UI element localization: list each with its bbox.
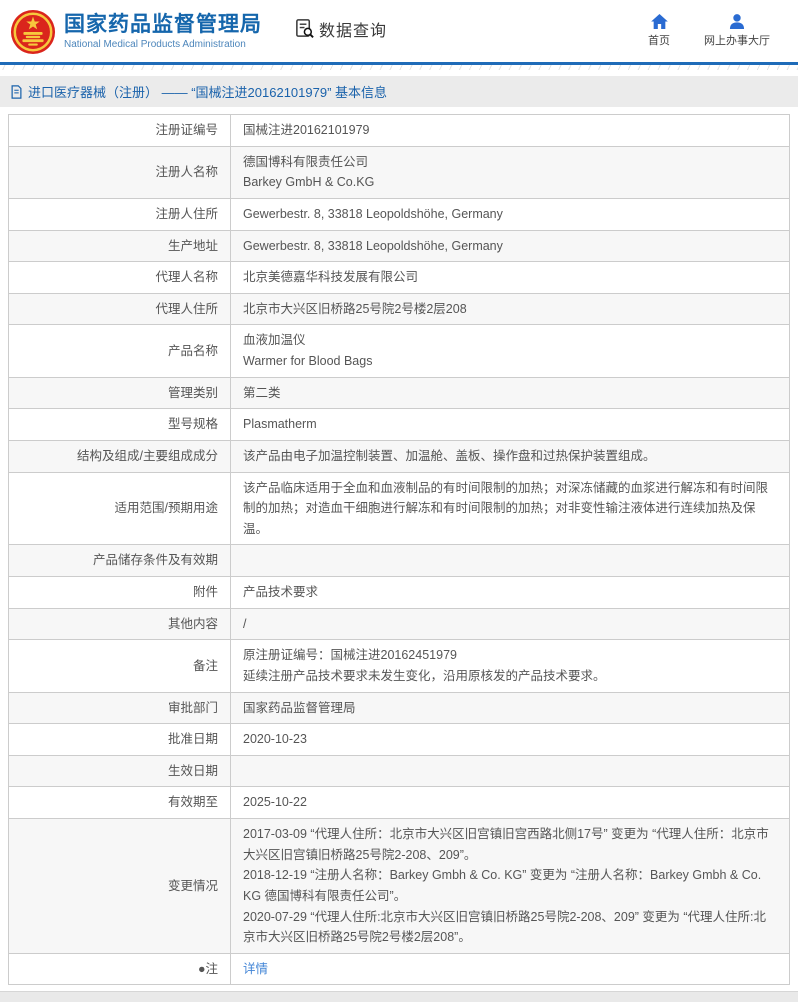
breadcrumb-text: 进口医疗器械（注册） —— “国械注进20162101979” 基本信息 [28, 82, 387, 101]
row-label: 其他内容 [9, 608, 231, 640]
table-row: 附件 产品技术要求 [9, 577, 790, 609]
row-value: 国家药品监督管理局 [231, 692, 790, 724]
row-label: 产品储存条件及有效期 [9, 545, 231, 577]
row-value: 第二类 [231, 377, 790, 409]
row-value: / [231, 608, 790, 640]
table-row: 产品储存条件及有效期 [9, 545, 790, 577]
row-label: 附件 [9, 577, 231, 609]
agency-name-en: National Medical Products Administration [64, 39, 262, 50]
table-row: 代理人住所 北京市大兴区旧桥路25号院2号楼2层208 [9, 293, 790, 325]
table-row: 批准日期 2020-10-23 [9, 724, 790, 756]
row-value: 该产品由电子加温控制装置、加温舱、盖板、操作盘和过热保护装置组成。 [231, 440, 790, 472]
home-icon [651, 14, 668, 29]
table-row: 适用范围/预期用途 该产品临床适用于全血和血液制品的有时间限制的加热；对深冻储藏… [9, 472, 790, 545]
row-value: 原注册证编号：国械注进20162451979 延续注册产品技术要求未发生变化，沿… [231, 640, 790, 692]
document-icon [10, 85, 23, 99]
row-value: 该产品临床适用于全血和血液制品的有时间限制的加热；对深冻储藏的血浆进行解冻和有时… [231, 472, 790, 545]
row-value: Gewerbestr. 8, 33818 Leopoldshöhe, Germa… [231, 198, 790, 230]
hatch-band [0, 65, 798, 74]
table-row: 管理类别 第二类 [9, 377, 790, 409]
row-label: 注册人住所 [9, 198, 231, 230]
row-label: 批准日期 [9, 724, 231, 756]
breadcrumb: 进口医疗器械（注册） —— “国械注进20162101979” 基本信息 [0, 76, 798, 107]
row-value [231, 755, 790, 787]
table-row: 生产地址 Gewerbestr. 8, 33818 Leopoldshöhe, … [9, 230, 790, 262]
row-label: 备注 [9, 640, 231, 692]
header-nav: 首页 网上办事大厅 [648, 14, 784, 48]
row-value: Plasmatherm [231, 409, 790, 441]
row-label: 有效期至 [9, 787, 231, 819]
table-row: 注册人住所 Gewerbestr. 8, 33818 Leopoldshöhe,… [9, 198, 790, 230]
data-query-section: 数据查询 [294, 17, 387, 41]
row-value [231, 545, 790, 577]
nav-service-hall[interactable]: 网上办事大厅 [704, 14, 770, 48]
agency-name-zh: 国家药品监督管理局 [64, 13, 262, 37]
row-label: 生产地址 [9, 230, 231, 262]
row-label: 型号规格 [9, 409, 231, 441]
detail-link[interactable]: 详情 [243, 962, 268, 976]
row-label: 适用范围/预期用途 [9, 472, 231, 545]
row-value: 北京美德嘉华科技发展有限公司 [231, 262, 790, 294]
row-label: 注册人名称 [9, 146, 231, 198]
row-label: 管理类别 [9, 377, 231, 409]
agency-title-block: 国家药品监督管理局 National Medical Products Admi… [64, 13, 262, 50]
row-label: 代理人名称 [9, 262, 231, 294]
person-icon [729, 14, 745, 29]
row-value: 德国博科有限责任公司 Barkey GmbH & Co.KG [231, 146, 790, 198]
table-row: 注册证编号 国械注进20162101979 [9, 115, 790, 147]
table-row: 变更情况 2017-03-09 “代理人住所：北京市大兴区旧宫镇旧宫西路北侧17… [9, 819, 790, 954]
nav-home-label: 首页 [648, 32, 670, 48]
row-value: 2020-10-23 [231, 724, 790, 756]
table-row: 审批部门 国家药品监督管理局 [9, 692, 790, 724]
row-label: 注册证编号 [9, 115, 231, 147]
row-label: 变更情况 [9, 819, 231, 954]
row-value: 血液加温仪 Warmer for Blood Bags [231, 325, 790, 377]
row-label: ●注 [9, 953, 231, 985]
row-label: 产品名称 [9, 325, 231, 377]
table-row: ●注 详情 [9, 953, 790, 985]
registration-table: 注册证编号 国械注进20162101979 注册人名称 德国博科有限责任公司 B… [8, 114, 790, 985]
page-footer [0, 991, 798, 1002]
national-emblem-logo [10, 9, 56, 55]
row-label: 结构及组成/主要组成成分 [9, 440, 231, 472]
row-label: 代理人住所 [9, 293, 231, 325]
table-row: 其他内容 / [9, 608, 790, 640]
data-query-icon [294, 18, 315, 39]
row-value: 国械注进20162101979 [231, 115, 790, 147]
table-row: 产品名称 血液加温仪 Warmer for Blood Bags [9, 325, 790, 377]
data-query-label: 数据查询 [319, 17, 387, 41]
table-row: 备注 原注册证编号：国械注进20162451979 延续注册产品技术要求未发生变… [9, 640, 790, 692]
row-value: Gewerbestr. 8, 33818 Leopoldshöhe, Germa… [231, 230, 790, 262]
row-value: 2025-10-22 [231, 787, 790, 819]
header: 国家药品监督管理局 National Medical Products Admi… [0, 0, 798, 62]
row-value: 北京市大兴区旧桥路25号院2号楼2层208 [231, 293, 790, 325]
nav-service-hall-label: 网上办事大厅 [704, 32, 770, 48]
nav-home[interactable]: 首页 [648, 14, 670, 48]
row-value: 2017-03-09 “代理人住所：北京市大兴区旧宫镇旧宫西路北侧17号” 变更… [231, 819, 790, 954]
row-value: 详情 [231, 953, 790, 985]
table-row: 型号规格 Plasmatherm [9, 409, 790, 441]
table-row: 有效期至 2025-10-22 [9, 787, 790, 819]
table-row: 注册人名称 德国博科有限责任公司 Barkey GmbH & Co.KG [9, 146, 790, 198]
row-label: 生效日期 [9, 755, 231, 787]
table-row: 代理人名称 北京美德嘉华科技发展有限公司 [9, 262, 790, 294]
row-value: 产品技术要求 [231, 577, 790, 609]
table-row: 结构及组成/主要组成成分 该产品由电子加温控制装置、加温舱、盖板、操作盘和过热保… [9, 440, 790, 472]
row-label: 审批部门 [9, 692, 231, 724]
table-wrap: 注册证编号 国械注进20162101979 注册人名称 德国博科有限责任公司 B… [0, 107, 798, 989]
table-row: 生效日期 [9, 755, 790, 787]
